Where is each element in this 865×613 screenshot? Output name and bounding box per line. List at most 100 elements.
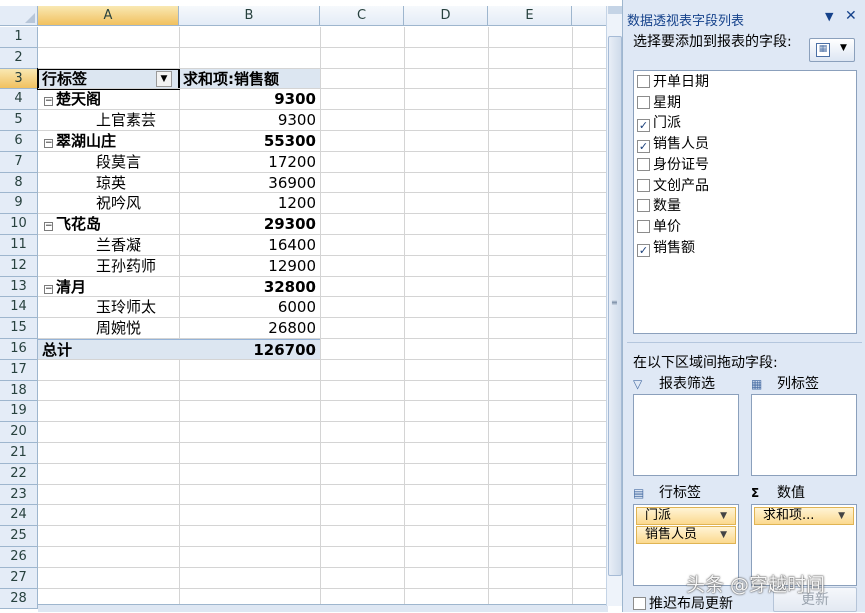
item-label[interactable]: 段莫言 (38, 152, 179, 173)
column-header-f-partial[interactable] (572, 6, 608, 26)
group-label[interactable]: − 翠湖山庄 (38, 131, 179, 152)
row-header-10[interactable]: 10 (0, 214, 38, 235)
row-header-20[interactable]: 20 (0, 422, 38, 443)
row-header-28[interactable]: 28 (0, 588, 38, 610)
row-chip-salesperson[interactable]: 销售人员 ▼ (636, 526, 736, 544)
vertical-scrollbar[interactable]: ≡ (606, 6, 622, 606)
column-header-b[interactable]: B (179, 6, 320, 26)
row-header-16[interactable]: 16 (0, 339, 38, 360)
collapse-toggle-icon[interactable]: − (44, 222, 53, 232)
checkbox-unchecked[interactable] (637, 219, 650, 233)
item-value[interactable]: 17200 (179, 152, 320, 173)
layout-options-button[interactable]: ▦ ▼ (809, 38, 855, 62)
row-chip-sect[interactable]: 门派 ▼ (636, 507, 736, 525)
row-header-2[interactable]: 2 (0, 47, 38, 69)
item-label[interactable]: 玉玲师太 (38, 297, 179, 318)
item-label[interactable]: 王孙药师 (38, 256, 179, 277)
item-value[interactable]: 9300 (179, 110, 320, 131)
field-item[interactable]: 开单日期 (637, 72, 709, 92)
row-header-26[interactable]: 26 (0, 547, 38, 568)
group-label[interactable]: − 清月 (38, 277, 179, 298)
field-item[interactable]: ✓ 门派 (637, 113, 681, 133)
row-header-12[interactable]: 12 (0, 255, 38, 277)
checkbox-unchecked[interactable] (637, 157, 650, 171)
chevron-down-icon[interactable]: ▼ (838, 508, 845, 524)
row-header-27[interactable]: 27 (0, 567, 38, 589)
item-value[interactable]: 12900 (179, 256, 320, 277)
columns-drop-zone[interactable] (751, 394, 857, 476)
row-header-21[interactable]: 21 (0, 443, 38, 464)
row-header-3[interactable]: 3 (0, 68, 38, 90)
row-header-17[interactable]: 17 (0, 359, 38, 381)
row-header-13[interactable]: 13 (0, 276, 38, 298)
row-header-1[interactable]: 1 (0, 27, 38, 48)
field-item[interactable]: ✓ 销售人员 (637, 134, 709, 154)
collapse-toggle-icon[interactable]: − (44, 97, 53, 107)
value-chip-sum[interactable]: 求和项... ▼ (754, 507, 854, 525)
row-header-4[interactable]: 4 (0, 89, 38, 111)
item-label[interactable]: 上官素芸 (38, 110, 179, 131)
row-header-22[interactable]: 22 (0, 463, 38, 485)
field-item[interactable]: 星期 (637, 93, 681, 113)
checkbox-checked[interactable]: ✓ (637, 119, 650, 133)
checkbox-unchecked[interactable] (637, 75, 650, 88)
close-icon[interactable]: ✕ (845, 8, 857, 24)
group-total[interactable]: 55300 (179, 131, 320, 152)
checkbox-unchecked[interactable] (637, 178, 650, 192)
defer-checkbox[interactable] (633, 597, 646, 610)
item-label[interactable]: 周婉悦 (38, 318, 179, 339)
collapse-toggle-icon[interactable]: − (44, 139, 53, 148)
row-header-23[interactable]: 23 (0, 484, 38, 506)
field-item[interactable]: 单价 (637, 217, 681, 237)
column-header-d[interactable]: D (404, 6, 488, 26)
checkbox-checked[interactable]: ✓ (637, 243, 650, 257)
field-item[interactable]: 身份证号 (637, 155, 709, 175)
row-header-11[interactable]: 11 (0, 235, 38, 256)
item-value[interactable]: 6000 (179, 297, 320, 318)
item-label[interactable]: 祝吟风 (38, 193, 179, 214)
group-total[interactable]: 29300 (179, 214, 320, 235)
collapse-toggle-icon[interactable]: − (44, 284, 53, 294)
group-label[interactable]: − 楚天阁 (38, 89, 179, 111)
row-header-18[interactable]: 18 (0, 380, 38, 402)
chevron-down-icon[interactable]: ▼ (720, 508, 727, 524)
row-header-14[interactable]: 14 (0, 297, 38, 319)
grand-total-value[interactable]: 126700 (179, 339, 320, 360)
row-header-15[interactable]: 15 (0, 318, 38, 339)
group-total[interactable]: 32800 (179, 277, 320, 298)
grand-total-label[interactable]: 总计 (38, 339, 179, 360)
row-header-9[interactable]: 9 (0, 193, 38, 215)
item-label[interactable]: 兰香凝 (38, 235, 179, 256)
chevron-down-icon[interactable]: ▼ (720, 527, 727, 543)
item-value[interactable]: 26800 (179, 318, 320, 339)
field-item[interactable]: 文创产品 (637, 176, 709, 196)
field-item[interactable]: 数量 (637, 196, 681, 216)
item-value[interactable]: 36900 (179, 173, 320, 194)
row-header-6[interactable]: 6 (0, 131, 38, 152)
checkbox-unchecked[interactable] (637, 199, 650, 213)
item-value[interactable]: 1200 (179, 193, 320, 214)
checkbox-unchecked[interactable] (637, 95, 650, 109)
row-header-19[interactable]: 19 (0, 401, 38, 423)
pivot-value-header[interactable]: 求和项:销售额 (179, 68, 320, 90)
field-item[interactable]: ✓ 销售额 (637, 238, 695, 258)
column-header-c[interactable]: C (320, 6, 404, 26)
sheet-tab-bar[interactable] (38, 604, 608, 612)
item-label[interactable]: 琼英 (38, 173, 179, 194)
cell-grid[interactable]: 行标签 ▼ 求和项:销售额 − 楚天阁 9300 上官素芸 9300− 翠湖山庄 55300 段莫言… (37, 27, 608, 612)
row-header-5[interactable]: 5 (0, 110, 38, 131)
column-header-a[interactable]: A (38, 6, 179, 26)
row-header-25[interactable]: 25 (0, 526, 38, 547)
select-all-corner[interactable] (0, 6, 38, 26)
split-handle[interactable] (608, 6, 622, 14)
group-total[interactable]: 9300 (179, 89, 320, 111)
row-header-8[interactable]: 8 (0, 172, 38, 194)
column-header-e[interactable]: E (488, 6, 572, 26)
row-header-7[interactable]: 7 (0, 151, 38, 173)
checkbox-checked[interactable]: ✓ (637, 140, 650, 154)
filter-drop-zone[interactable] (633, 394, 739, 476)
pane-splitter[interactable] (627, 342, 862, 343)
group-label[interactable]: − 飞花岛 (38, 214, 179, 235)
pane-options-dropdown-icon[interactable]: ▼ (825, 10, 833, 23)
row-header-24[interactable]: 24 (0, 505, 38, 527)
